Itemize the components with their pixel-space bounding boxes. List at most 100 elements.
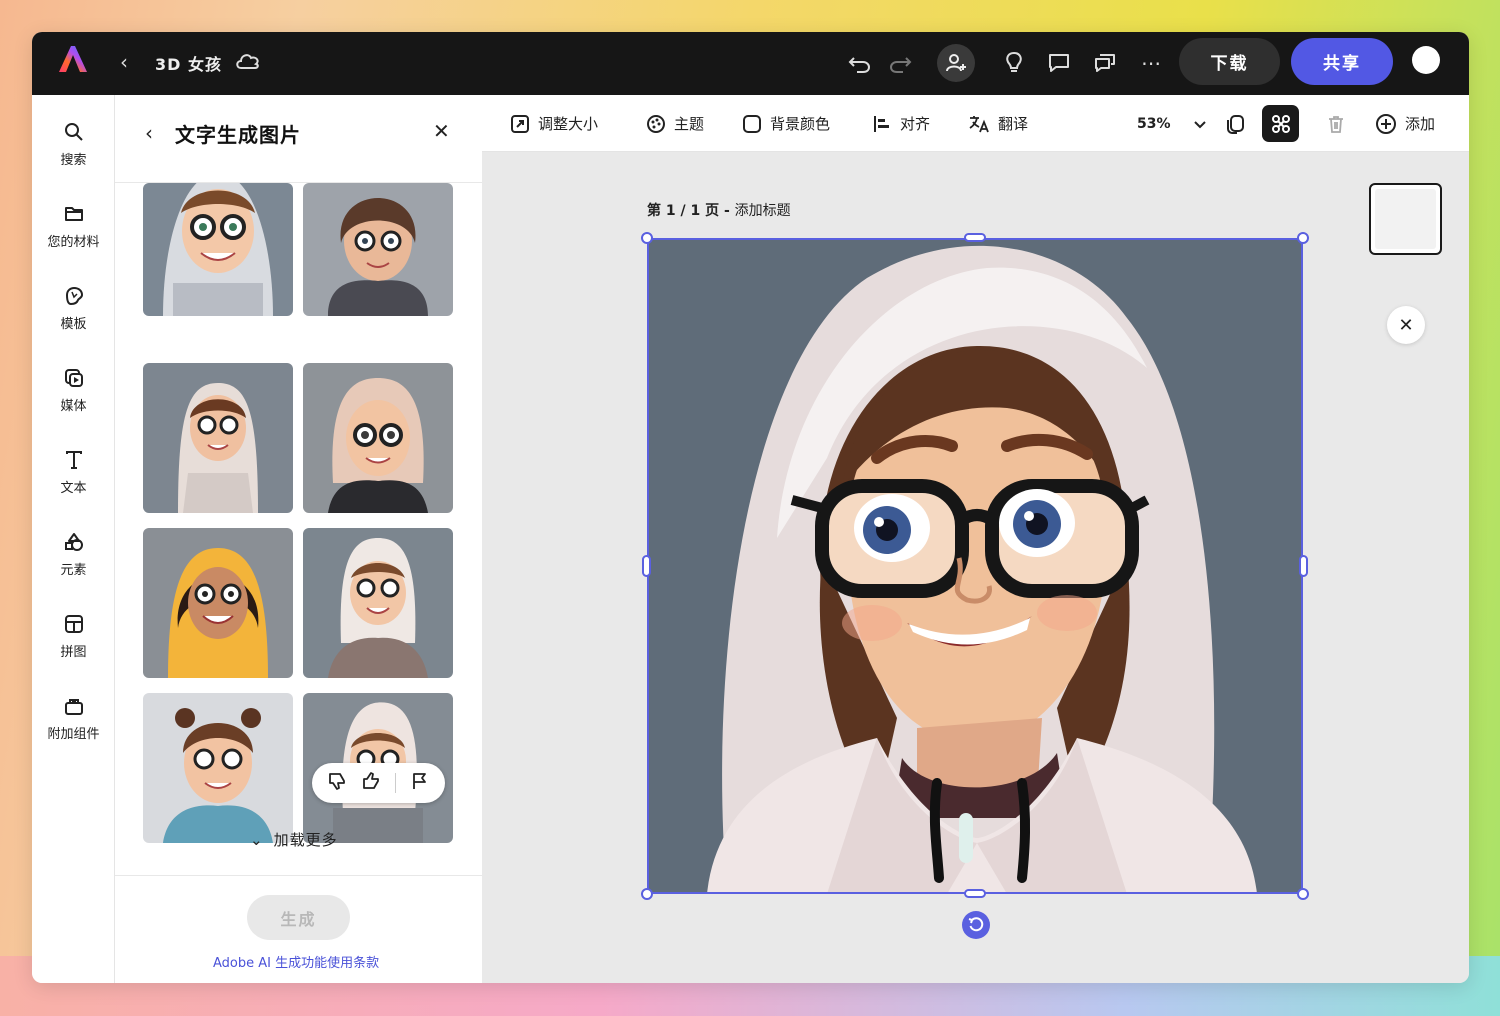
rail-item-search[interactable]: 搜索	[32, 121, 115, 168]
chat-icon[interactable]	[1089, 47, 1121, 79]
resize-handle-bl[interactable]	[641, 888, 653, 900]
align-button[interactable]: 对齐	[872, 95, 930, 152]
back-icon[interactable]: ‹	[145, 121, 153, 145]
rail-item-addons[interactable]: 附加组件	[32, 695, 115, 742]
avatar[interactable]	[1412, 46, 1440, 74]
align-icon	[874, 115, 889, 132]
undo-icon[interactable]	[844, 47, 876, 79]
thumbs-down-icon[interactable]	[327, 771, 347, 795]
resize-handle-tr[interactable]	[1297, 232, 1309, 244]
page-thumbnail[interactable]	[1369, 183, 1442, 255]
media-icon	[64, 369, 83, 387]
generate-button[interactable]: 生成	[247, 895, 350, 940]
page-label[interactable]: 第 1 / 1 页 - 添加标题	[647, 200, 791, 220]
rail-item-templates[interactable]: 模板	[32, 285, 115, 332]
rail-item-label: 您的材料	[47, 235, 100, 250]
top-bar: ‹ 3D 女孩 ⋯ 下载 共享	[32, 32, 1469, 95]
rail-item-label: 附加组件	[47, 727, 100, 742]
text-to-image-panel: ‹ 文字生成图片 ✕ ⌄ 加载更多 生成 Adobe AI 生成功能使用条款	[115, 95, 482, 983]
layers-button[interactable]	[1224, 95, 1246, 152]
load-more-link[interactable]: ⌄ 加载更多	[250, 829, 338, 850]
generated-image-thumb[interactable]	[303, 183, 453, 316]
arrange-button[interactable]	[1262, 105, 1299, 142]
close-icon[interactable]: ✕	[433, 119, 450, 143]
templates-icon	[65, 286, 83, 306]
arrange-icon	[1271, 114, 1290, 133]
redo-icon[interactable]	[884, 47, 916, 79]
zoom-dropdown[interactable]: 53%	[1137, 95, 1207, 152]
rail-item-label: 元素	[60, 563, 87, 578]
resize-handle-left[interactable]	[642, 555, 651, 577]
rail-item-label: 媒体	[60, 399, 87, 414]
canvas-toolbar: 调整大小 主题 背景颜色 对齐 翻译 53% 添加	[482, 95, 1469, 152]
back-icon[interactable]: ‹	[120, 50, 128, 74]
resize-handle-tl[interactable]	[641, 232, 653, 244]
zoom-value: 53%	[1137, 115, 1171, 132]
page-number: 第 1 / 1 页 -	[647, 203, 735, 219]
add-button[interactable]: 添加	[1375, 95, 1435, 152]
generated-image-thumb[interactable]	[303, 528, 453, 678]
resize-handle-br[interactable]	[1297, 888, 1309, 900]
search-icon	[64, 123, 83, 141]
text-icon	[65, 451, 82, 469]
rail-item-text[interactable]: 文本	[32, 449, 115, 496]
invite-user-icon[interactable]	[937, 44, 975, 82]
theme-button[interactable]: 主题	[646, 95, 704, 152]
flag-icon[interactable]	[410, 771, 430, 795]
panel-title: 文字生成图片	[175, 123, 301, 147]
translate-icon	[969, 115, 989, 132]
canvas-image[interactable]	[647, 238, 1303, 894]
chevron-down-icon	[1193, 120, 1206, 128]
rail-item-label: 拼图	[60, 645, 87, 660]
close-icon[interactable]: ✕	[1387, 306, 1425, 344]
generated-image-thumb[interactable]	[303, 363, 453, 513]
rail-item-your-stuff[interactable]: 您的材料	[32, 203, 115, 250]
rail-item-label: 搜索	[60, 153, 87, 168]
rail-item-media[interactable]: 媒体	[32, 367, 115, 414]
rail-item-label: 模板	[60, 317, 87, 332]
elements-icon	[64, 533, 83, 551]
layers-icon	[1227, 114, 1244, 134]
chevron-down-icon: ⌄	[250, 831, 264, 849]
theme-label: 主题	[674, 115, 705, 133]
rotate-handle[interactable]	[962, 911, 990, 939]
rail-item-grids[interactable]: 拼图	[32, 613, 115, 660]
comment-icon[interactable]	[1043, 47, 1075, 79]
resize-icon	[511, 114, 529, 133]
thumbs-up-icon[interactable]	[361, 771, 381, 795]
trash-icon	[1329, 115, 1343, 133]
translate-label: 翻译	[998, 115, 1029, 133]
resize-handle-top[interactable]	[964, 233, 986, 242]
rotate-icon	[968, 917, 984, 932]
rail-item-elements[interactable]: 元素	[32, 531, 115, 578]
divider	[395, 773, 396, 793]
resize-label: 调整大小	[538, 115, 599, 133]
adobe-express-logo[interactable]	[58, 44, 88, 74]
delete-button[interactable]	[1326, 95, 1346, 152]
generated-image-thumb[interactable]	[143, 363, 293, 513]
more-icon[interactable]: ⋯	[1135, 47, 1167, 79]
resize-button[interactable]: 调整大小	[510, 95, 598, 152]
palette-icon	[647, 114, 665, 133]
resize-handle-bottom[interactable]	[964, 889, 986, 898]
background-color-label: 背景颜色	[770, 115, 831, 133]
share-button[interactable]: 共享	[1291, 38, 1393, 85]
folder-icon	[64, 207, 83, 221]
lightbulb-icon[interactable]	[998, 47, 1030, 79]
terms-link[interactable]: Adobe AI 生成功能使用条款	[213, 952, 379, 971]
add-label: 添加	[1405, 115, 1436, 133]
cloud-icon[interactable]	[234, 50, 262, 76]
feedback-bar	[312, 763, 445, 803]
translate-button[interactable]: 翻译	[968, 95, 1028, 152]
align-label: 对齐	[900, 115, 931, 133]
color-swatch-icon	[743, 114, 761, 133]
download-button[interactable]: 下载	[1179, 38, 1280, 85]
plus-circle-icon	[1376, 113, 1396, 134]
resize-handle-right[interactable]	[1299, 555, 1308, 577]
generated-image-thumb[interactable]	[143, 693, 293, 843]
generated-image-thumb[interactable]	[143, 183, 293, 316]
background-color-button[interactable]: 背景颜色	[742, 95, 830, 152]
app-window: ‹ 3D 女孩 ⋯ 下载 共享 搜索 您的材料 模板 媒体 文本 元素 拼图 附…	[32, 32, 1469, 983]
document-title[interactable]: 3D 女孩	[155, 51, 222, 75]
generated-image-thumb[interactable]	[143, 528, 293, 678]
